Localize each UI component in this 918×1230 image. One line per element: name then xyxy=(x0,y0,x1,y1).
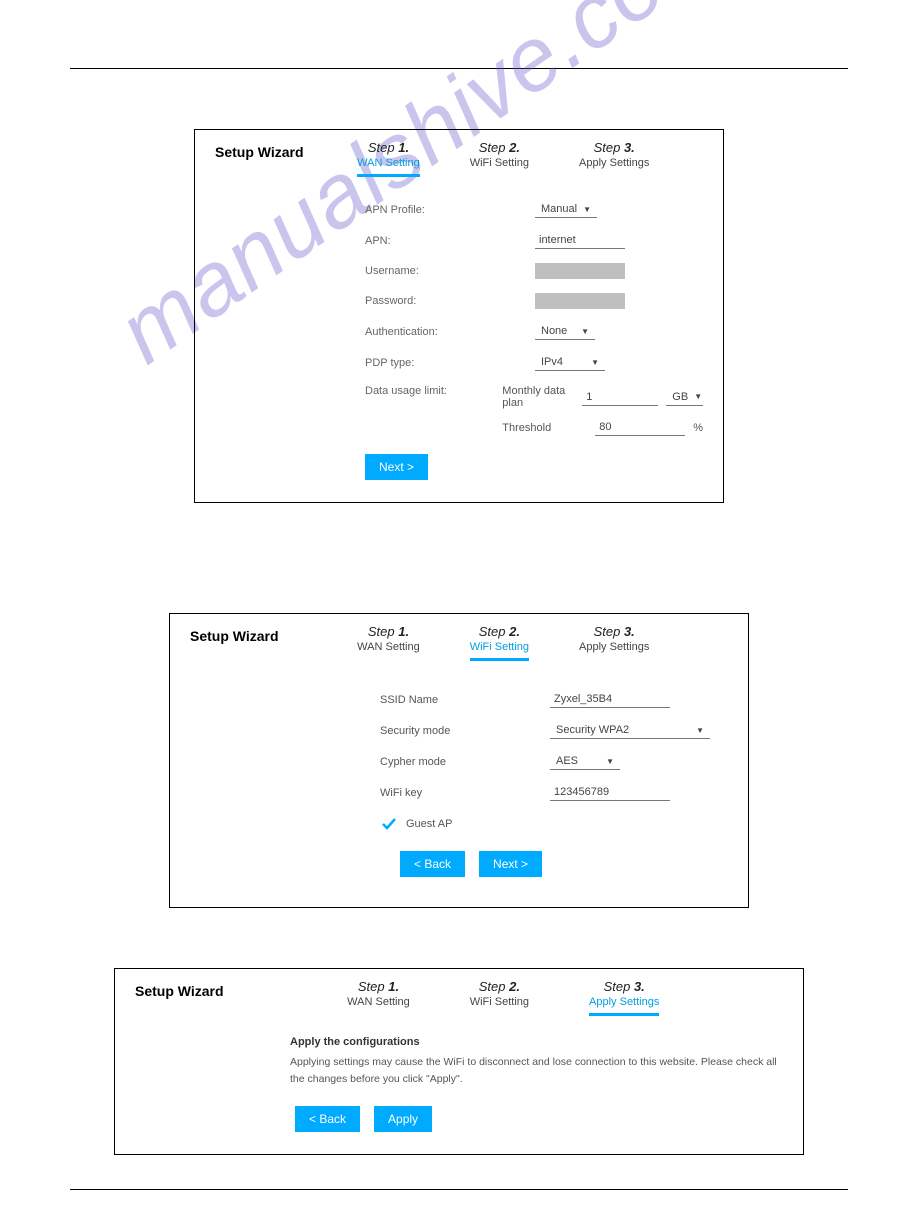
wizard-title: Setup Wizard xyxy=(135,983,224,999)
step-1-tab[interactable]: Step 1. WAN Setting xyxy=(347,979,410,1016)
step-label: Step xyxy=(368,624,395,639)
step-sub: WAN Setting xyxy=(357,641,420,653)
data-limit-label: Data usage limit: xyxy=(365,385,462,397)
step-label: Step xyxy=(594,140,621,155)
step-num: 1. xyxy=(388,979,399,994)
monthly-label: Monthly data plan xyxy=(502,385,574,409)
cypher-label: Cypher mode xyxy=(380,756,510,768)
wizard-panel-step1: Setup Wizard Step 1. WAN Setting Step 2.… xyxy=(194,129,724,503)
chevron-down-icon: ▼ xyxy=(694,392,702,401)
pdp-select[interactable]: IPv4 ▼ xyxy=(535,354,605,371)
apn-input[interactable]: internet xyxy=(535,232,625,249)
security-label: Security mode xyxy=(380,725,510,737)
step-sub: WiFi Setting xyxy=(470,641,529,653)
threshold-unit: % xyxy=(693,422,703,434)
step-num: 3. xyxy=(624,140,635,155)
next-button[interactable]: Next > xyxy=(365,454,428,480)
step-sub: WAN Setting xyxy=(347,996,410,1008)
wizard-title: Setup Wizard xyxy=(190,628,279,644)
step-sub: Apply Settings xyxy=(579,157,649,169)
wan-form: APN Profile: Manual ▼ APN: internet Usern… xyxy=(365,201,703,436)
step-num: 2. xyxy=(509,624,520,639)
apn-profile-value: Manual xyxy=(541,203,577,215)
page-top-rule xyxy=(70,68,848,69)
wizard-panel-step3: Setup Wizard Step 1. WAN Setting Step 2.… xyxy=(114,968,804,1155)
apply-body-text: Applying settings may cause the WiFi to … xyxy=(290,1054,783,1088)
monthly-unit-select[interactable]: GB ▼ xyxy=(666,389,703,406)
step-sub: WiFi Setting xyxy=(470,996,529,1008)
step-label: Step xyxy=(368,140,395,155)
step-sub: Apply Settings xyxy=(579,641,649,653)
apn-label: APN: xyxy=(365,235,485,247)
password-input[interactable] xyxy=(535,293,625,309)
step-sub: WiFi Setting xyxy=(470,157,529,169)
ssid-label: SSID Name xyxy=(380,694,510,706)
cypher-select[interactable]: AES ▼ xyxy=(550,753,620,770)
step-sub: Apply Settings xyxy=(589,996,659,1008)
step-1-tab[interactable]: Step 1. WAN Setting xyxy=(357,140,420,177)
step-label: Step xyxy=(604,979,631,994)
guest-ap-label: Guest AP xyxy=(406,818,452,830)
threshold-input[interactable]: 80 xyxy=(595,419,685,436)
step-label: Step xyxy=(358,979,385,994)
cypher-value: AES xyxy=(556,755,578,767)
security-select[interactable]: Security WPA2 ▼ xyxy=(550,722,710,739)
step-num: 1. xyxy=(398,140,409,155)
next-button[interactable]: Next > xyxy=(479,851,542,877)
chevron-down-icon: ▼ xyxy=(606,757,614,766)
step-num: 3. xyxy=(634,979,645,994)
apn-profile-select[interactable]: Manual ▼ xyxy=(535,201,597,218)
wifikey-label: WiFi key xyxy=(380,787,510,799)
wizard-title: Setup Wizard xyxy=(215,144,304,160)
step-label: Step xyxy=(479,140,506,155)
auth-value: None xyxy=(541,325,567,337)
step-1-tab[interactable]: Step 1. WAN Setting xyxy=(357,624,420,661)
chevron-down-icon: ▼ xyxy=(591,358,599,367)
chevron-down-icon: ▼ xyxy=(696,726,704,735)
password-label: Password: xyxy=(365,295,485,307)
guest-ap-checkbox[interactable]: Guest AP xyxy=(380,815,728,833)
wifikey-input[interactable]: 123456789 xyxy=(550,784,670,801)
step-num: 2. xyxy=(509,140,520,155)
monthly-unit-value: GB xyxy=(672,391,688,403)
step-label: Step xyxy=(594,624,621,639)
back-button[interactable]: < Back xyxy=(400,851,465,877)
step-num: 1. xyxy=(398,624,409,639)
threshold-label: Threshold xyxy=(502,422,551,434)
apply-button[interactable]: Apply xyxy=(374,1106,432,1132)
back-button[interactable]: < Back xyxy=(295,1106,360,1132)
step-2-tab[interactable]: Step 2. WiFi Setting xyxy=(470,979,529,1016)
monthly-plan-input[interactable]: 1 xyxy=(582,389,658,406)
step-sub: WAN Setting xyxy=(357,157,420,169)
apply-heading: Apply the configurations xyxy=(290,1036,783,1048)
auth-select[interactable]: None ▼ xyxy=(535,323,595,340)
step-label: Step xyxy=(479,624,506,639)
check-icon xyxy=(380,815,398,833)
username-input[interactable] xyxy=(535,263,625,279)
step-label: Step xyxy=(479,979,506,994)
step-3-tab[interactable]: Step 3. Apply Settings xyxy=(579,624,649,661)
step-3-tab[interactable]: Step 3. Apply Settings xyxy=(589,979,659,1016)
ssid-input[interactable]: Zyxel_35B4 xyxy=(550,691,670,708)
wifi-form: SSID Name Zyxel_35B4 Security mode Secur… xyxy=(380,691,728,833)
wizard-panel-step2: Setup Wizard Step 1. WAN Setting Step 2.… xyxy=(169,613,749,908)
chevron-down-icon: ▼ xyxy=(583,205,591,214)
pdp-value: IPv4 xyxy=(541,356,563,368)
username-label: Username: xyxy=(365,265,485,277)
step-2-tab[interactable]: Step 2. WiFi Setting xyxy=(470,140,529,177)
auth-label: Authentication: xyxy=(365,326,485,338)
security-value: Security WPA2 xyxy=(556,724,629,736)
step-num: 3. xyxy=(624,624,635,639)
pdp-label: PDP type: xyxy=(365,357,485,369)
step-num: 2. xyxy=(509,979,520,994)
step-2-tab[interactable]: Step 2. WiFi Setting xyxy=(470,624,529,661)
step-3-tab[interactable]: Step 3. Apply Settings xyxy=(579,140,649,177)
apn-profile-label: APN Profile: xyxy=(365,204,485,216)
chevron-down-icon: ▼ xyxy=(581,327,589,336)
